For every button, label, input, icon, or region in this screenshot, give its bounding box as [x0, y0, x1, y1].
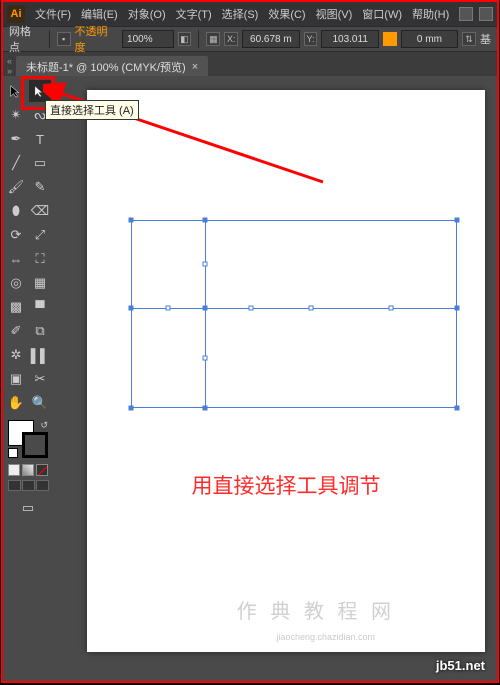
paintbrush-tool-icon[interactable]: 🖌	[5, 176, 27, 198]
menu-view[interactable]: 视图(V)	[312, 4, 357, 24]
perspective-tool-icon[interactable]: ▦	[29, 272, 51, 294]
swap-fill-stroke-icon[interactable]: ↺	[40, 420, 48, 431]
hand-tool-icon[interactable]: ✋	[5, 392, 27, 414]
anchor-point[interactable]	[203, 306, 208, 311]
tab-title: 未标题-1* @ 100% (CMYK/预览)	[26, 59, 186, 75]
menu-help[interactable]: 帮助(H)	[408, 4, 453, 24]
screen-mode-row	[5, 480, 51, 491]
canvas-inner: 用直接选择工具调节 作 典 教 程 网 jiaocheng.chazidian.…	[57, 80, 493, 677]
scale-tool-icon[interactable]: ⤢	[29, 224, 51, 246]
control-bar: 网格点 ▪ 不透明度 100% ◧ ▦ X: 60.678 m Y: 103.0…	[3, 26, 497, 52]
arrange-icon[interactable]	[479, 7, 493, 21]
handle-point[interactable]	[309, 306, 314, 311]
handle-point[interactable]	[389, 306, 394, 311]
slice-tool-icon[interactable]: ✂	[29, 368, 51, 390]
toolbox: ✴ ᔓ ✒ T ╱ ▭ 🖌 ✎ ⬮ ⌫ ⟳ ⤢	[3, 76, 53, 681]
document-tabs: «» 未标题-1* @ 100% (CMYK/预览) ×	[3, 52, 497, 76]
full-screen-icon[interactable]	[36, 480, 49, 491]
anchor-point[interactable]	[129, 306, 134, 311]
eraser-tool-icon[interactable]: ⌫	[29, 200, 51, 222]
normal-screen-icon[interactable]	[8, 480, 21, 491]
w-label-icon	[383, 32, 397, 46]
stroke-color-swatch[interactable]	[22, 432, 48, 458]
graph-tool-icon[interactable]: ▌▌	[29, 344, 51, 366]
layout-icon[interactable]	[459, 7, 473, 21]
tab-scroll-icon[interactable]: «»	[3, 56, 16, 76]
blob-brush-tool-icon[interactable]: ⬮	[5, 200, 27, 222]
menu-object[interactable]: 对象(O)	[124, 4, 170, 24]
document-tab[interactable]: 未标题-1* @ 100% (CMYK/预览) ×	[16, 56, 208, 76]
mesh-rectangle-object[interactable]	[131, 220, 457, 408]
gradient-mode-icon[interactable]	[22, 464, 34, 476]
canvas-viewport[interactable]: 用直接选择工具调节 作 典 教 程 网 jiaocheng.chazidian.…	[53, 76, 497, 681]
artboard-tool-icon[interactable]: ▣	[5, 368, 27, 390]
anchor-point[interactable]	[129, 218, 134, 223]
free-transform-tool-icon[interactable]: ⛶	[29, 248, 51, 270]
y-label-icon: Y:	[304, 32, 318, 46]
menu-window[interactable]: 窗口(W)	[358, 4, 406, 24]
ref-point-icon[interactable]: ▦	[206, 32, 220, 46]
workspace: ✴ ᔓ ✒ T ╱ ▭ 🖌 ✎ ⬮ ⌫ ⟳ ⤢	[3, 76, 497, 681]
color-mode-row	[5, 464, 51, 476]
recolor-icon[interactable]: ◧	[178, 32, 192, 46]
change-screen-icon[interactable]: ▭	[17, 497, 39, 519]
menu-edit[interactable]: 编辑(E)	[77, 4, 122, 24]
handle-point[interactable]	[203, 356, 208, 361]
gradient-tool-icon[interactable]: ▀	[29, 296, 51, 318]
fill-stroke-control[interactable]: ↺	[8, 420, 48, 458]
y-input[interactable]: 103.011	[321, 30, 378, 48]
pencil-tool-icon[interactable]: ✎	[29, 176, 51, 198]
default-fill-stroke-icon[interactable]	[8, 448, 18, 458]
watermark-url: jiaocheng.chazidian.com	[276, 632, 375, 642]
menu-type[interactable]: 文字(T)	[172, 4, 216, 24]
zoom-tool-icon[interactable]: 🔍	[29, 392, 51, 414]
app-frame: Ai 文件(F) 编辑(E) 对象(O) 文字(T) 选择(S) 效果(C) 视…	[1, 0, 499, 683]
menu-effect[interactable]: 效果(C)	[264, 4, 309, 24]
watermark-corner: jb51.net	[436, 658, 485, 673]
watermark-text: 作 典 教 程 网	[237, 595, 395, 624]
handle-point[interactable]	[166, 306, 171, 311]
anchor-point[interactable]	[455, 406, 460, 411]
topbar-icon-group	[459, 7, 493, 21]
menu-file[interactable]: 文件(F)	[31, 4, 75, 24]
anchor-point[interactable]	[203, 406, 208, 411]
app-logo: Ai	[7, 5, 25, 23]
opacity-link[interactable]: 不透明度	[75, 23, 119, 55]
tab-close-icon[interactable]: ×	[192, 61, 198, 73]
eyedropper-tool-icon[interactable]: ✐	[5, 320, 27, 342]
artboard[interactable]: 用直接选择工具调节 作 典 教 程 网 jiaocheng.chazidian.…	[87, 90, 485, 652]
shape-builder-tool-icon[interactable]: ◎	[5, 272, 27, 294]
handle-point[interactable]	[249, 306, 254, 311]
width-tool-icon[interactable]: ⇔	[5, 248, 27, 270]
rectangle-tool-icon[interactable]: ▭	[29, 152, 51, 174]
link-icon[interactable]: ⇅	[462, 32, 476, 46]
pen-tool-icon[interactable]: ✒	[5, 128, 27, 150]
anchor-point[interactable]	[129, 406, 134, 411]
anchor-point[interactable]	[455, 218, 460, 223]
symbol-sprayer-tool-icon[interactable]: ✲	[5, 344, 27, 366]
x-label-icon: X:	[224, 32, 238, 46]
mesh-tool-icon[interactable]: ▩	[5, 296, 27, 318]
color-mode-icon[interactable]	[8, 464, 20, 476]
anchor-point[interactable]	[455, 306, 460, 311]
rotate-tool-icon[interactable]: ⟳	[5, 224, 27, 246]
fill-swatch-icon[interactable]: ▪	[57, 32, 71, 46]
tool-tooltip: 直接选择工具 (A)	[45, 100, 139, 120]
handle-point[interactable]	[203, 262, 208, 267]
full-screen-menu-icon[interactable]	[22, 480, 35, 491]
selection-type-label: 网格点	[9, 23, 42, 55]
line-tool-icon[interactable]: ╱	[5, 152, 27, 174]
annotation-text: 用直接选择工具调节	[87, 470, 485, 500]
section-label: 基	[480, 31, 491, 47]
opacity-dropdown[interactable]: 100%	[122, 30, 174, 48]
w-input[interactable]: 0 mm	[401, 30, 458, 48]
menu-select[interactable]: 选择(S)	[218, 4, 263, 24]
anchor-point[interactable]	[203, 218, 208, 223]
blend-tool-icon[interactable]: ⧉	[29, 320, 51, 342]
type-tool-icon[interactable]: T	[29, 128, 51, 150]
x-input[interactable]: 60.678 m	[242, 30, 299, 48]
none-mode-icon[interactable]	[36, 464, 48, 476]
